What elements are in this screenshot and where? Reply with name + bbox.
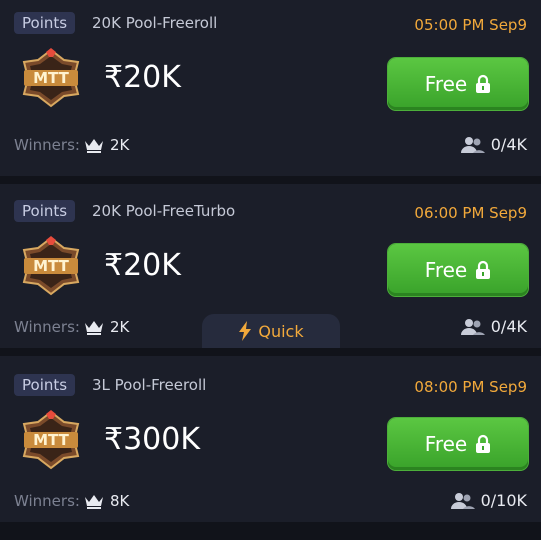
join-button-label: Free xyxy=(424,258,468,282)
mtt-badge-icon: MTT xyxy=(22,236,80,296)
players-info: 0/10K xyxy=(450,490,527,512)
pool-name: 20K Pool-FreeTurbo xyxy=(92,202,236,220)
mtt-badge-icon: MTT xyxy=(22,410,80,470)
crown-icon xyxy=(84,495,103,509)
tournament-card[interactable]: Points 3L Pool-Freeroll 08:00 PM Sep9 MT… xyxy=(0,356,541,522)
quick-tab[interactable]: Quick xyxy=(202,314,340,348)
players-count: 0/4K xyxy=(490,135,527,154)
prize-amount: ₹20K xyxy=(104,60,181,95)
winners-count: 2K xyxy=(109,136,130,154)
winners-label: Winners: xyxy=(14,318,80,336)
points-tag: Points xyxy=(14,200,76,222)
winners-label: Winners: xyxy=(14,136,80,154)
start-time: 08:00 PM Sep9 xyxy=(414,378,527,396)
join-free-button[interactable]: Free xyxy=(388,244,528,296)
points-tag: Points xyxy=(14,374,76,396)
players-info: 0/4K xyxy=(460,316,527,338)
crown-icon xyxy=(84,139,103,153)
lock-icon xyxy=(476,74,491,93)
winners-info: Winners: 2K xyxy=(14,134,129,156)
winners-count: 2K xyxy=(109,318,130,336)
winners-info: Winners: 2K xyxy=(14,316,129,338)
winners-count: 8K xyxy=(109,492,130,510)
winners-label: Winners: xyxy=(14,492,80,510)
winners-info: Winners: 8K xyxy=(14,490,129,512)
svg-text:MTT: MTT xyxy=(33,69,70,87)
people-icon xyxy=(460,137,485,153)
prize-amount: ₹20K xyxy=(104,248,181,283)
people-icon xyxy=(460,319,485,335)
points-tag: Points xyxy=(14,12,76,34)
svg-text:MTT: MTT xyxy=(33,431,70,449)
lightning-icon xyxy=(239,321,252,341)
quick-label: Quick xyxy=(258,321,304,341)
join-button-label: Free xyxy=(424,72,468,96)
join-button-label: Free xyxy=(424,432,468,456)
lock-icon xyxy=(476,260,491,279)
players-count: 0/4K xyxy=(490,317,527,336)
lock-icon xyxy=(476,434,491,453)
start-time: 05:00 PM Sep9 xyxy=(414,16,527,34)
crown-icon xyxy=(84,321,103,335)
players-count: 0/10K xyxy=(480,491,527,510)
join-free-button[interactable]: Free xyxy=(388,418,528,470)
mtt-badge-icon: MTT xyxy=(22,48,80,108)
start-time: 06:00 PM Sep9 xyxy=(414,204,527,222)
svg-text:MTT: MTT xyxy=(33,257,70,275)
pool-name: 20K Pool-Freeroll xyxy=(92,14,218,32)
prize-amount: ₹300K xyxy=(104,422,201,457)
pool-name: 3L Pool-Freeroll xyxy=(92,376,207,394)
players-info: 0/4K xyxy=(460,134,527,156)
join-free-button[interactable]: Free xyxy=(388,58,528,110)
tournament-card[interactable]: Points 20K Pool-Freeroll 05:00 PM Sep9 M… xyxy=(0,0,541,176)
people-icon xyxy=(450,493,475,509)
